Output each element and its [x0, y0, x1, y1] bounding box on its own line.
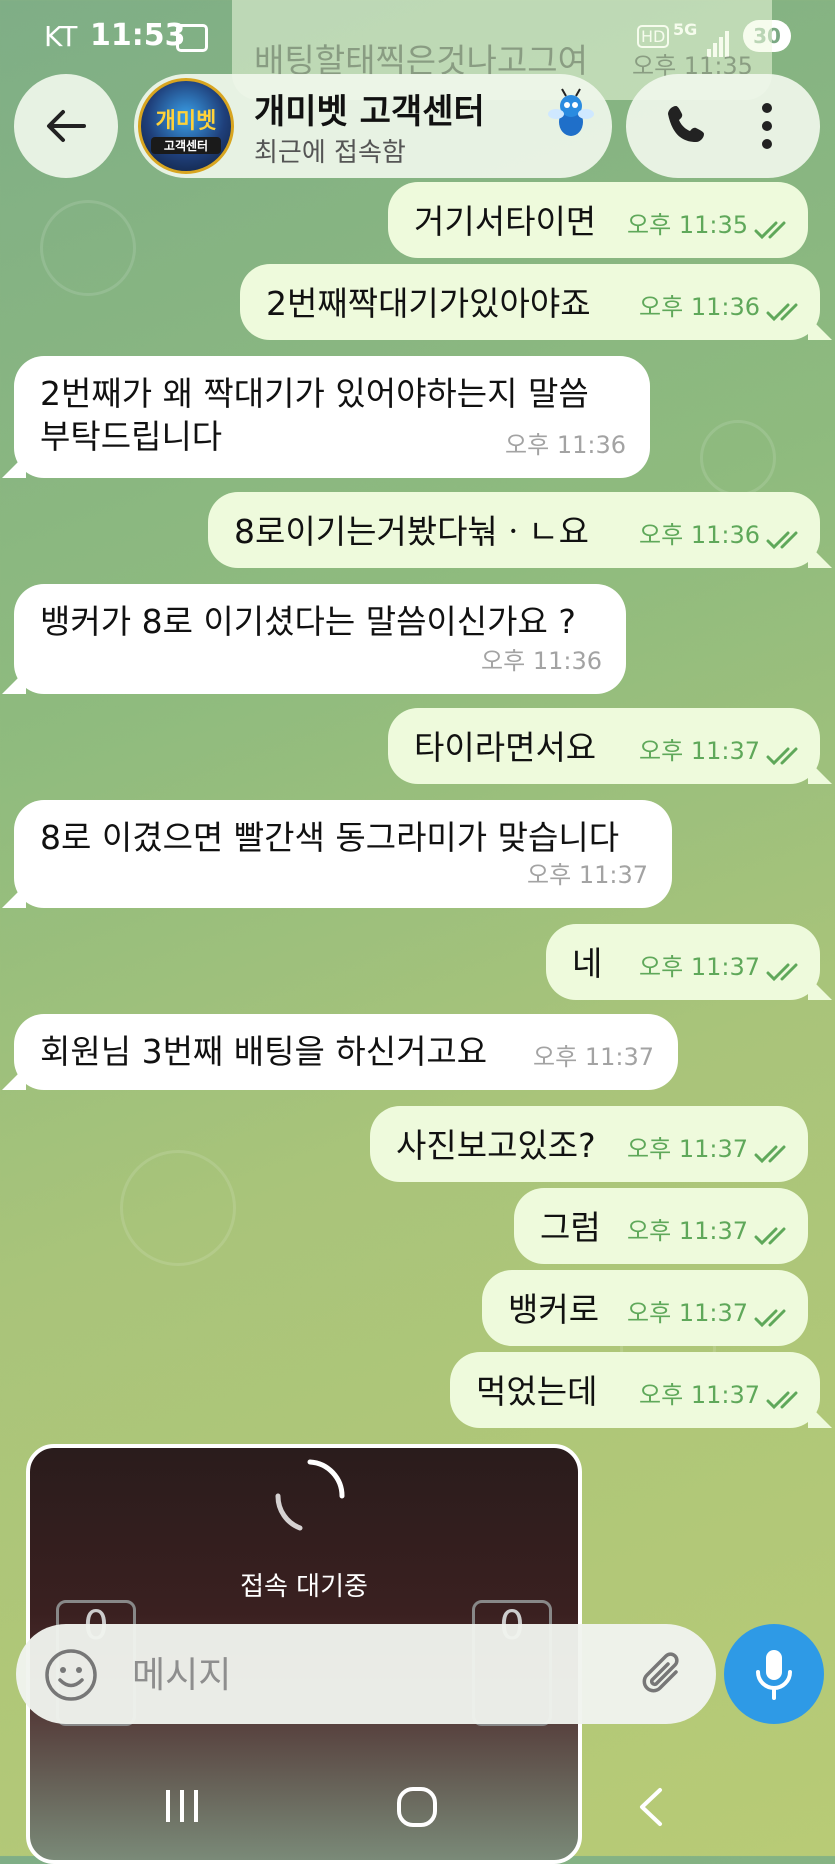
background-doodle [700, 420, 776, 496]
message-input[interactable] [130, 1644, 614, 1706]
message-bubble-outgoing[interactable]: 네 오후 11:37 [546, 924, 832, 1000]
bubble-tail [2, 1066, 26, 1090]
message-composer [16, 1624, 716, 1724]
screen-record-icon [176, 24, 208, 52]
message-bubble-outgoing[interactable]: 그럼 오후 11:37 [514, 1188, 808, 1264]
message-time: 오후 11:36 [639, 293, 760, 321]
message-text: 그럼 [540, 1208, 601, 1247]
loading-text: 접속 대기중 [240, 1572, 368, 1602]
message-bubble-incoming[interactable]: 2번째가 왜 짝대기가 있어야하는지 말씀 부탁드립니다 오후 11:36 [2, 356, 650, 478]
message-bubble-outgoing[interactable]: 타이라면서요 오후 11:37 [388, 708, 832, 784]
background-doodle [120, 1150, 236, 1266]
message-bubble-incoming[interactable]: 뱅커가 8로 이기셨다는 말씀이신가요 ? 오후 11:36 [2, 584, 626, 694]
header-actions [626, 74, 820, 178]
carrier-label: KT [44, 20, 78, 53]
recents-icon[interactable] [162, 1786, 202, 1826]
read-receipt-icon [766, 303, 798, 322]
chat-screen: { "status_bar": { "carrier": "KT", "time… [0, 0, 835, 1864]
bubble-tail [808, 1404, 832, 1428]
last-seen-status: 최근에 접속함 [254, 138, 406, 168]
bubble-tail [808, 976, 832, 1000]
chat-header[interactable]: 개미벳 고객센터 개미벳 고객센터 최근에 접속함 [134, 74, 612, 178]
message-time: 오후 11:37 [627, 1217, 748, 1245]
clock: 11:53 [90, 18, 186, 53]
message-bubble-outgoing[interactable]: 2번째짝대기가있아야죠 오후 11:36 [240, 264, 832, 340]
message-text: 사진보고있조? [396, 1126, 596, 1165]
bubble-tail [808, 544, 832, 568]
read-receipt-icon [766, 531, 798, 550]
message-time: 오후 11:37 [627, 1299, 748, 1327]
message-time: 오후 11:37 [527, 861, 648, 889]
more-vertical-icon[interactable] [752, 100, 782, 152]
message-text: 8로이기는거봤다눢ㆍㄴ요 [234, 512, 589, 551]
message-time: 오후 11:36 [481, 647, 602, 675]
message-time: 오후 11:37 [639, 953, 760, 981]
avatar[interactable]: 개미벳 고객센터 [138, 78, 234, 174]
read-receipt-icon [754, 221, 786, 240]
arrow-left-icon [47, 110, 86, 142]
phone-icon[interactable] [662, 100, 714, 152]
background-doodle [40, 200, 136, 296]
back-chevron-icon[interactable] [636, 1786, 666, 1828]
message-bubble-outgoing[interactable]: 뱅커로 오후 11:37 [482, 1270, 808, 1346]
read-receipt-icon [754, 1227, 786, 1246]
read-receipt-icon [754, 1309, 786, 1328]
message-text: 회원님 3번째 배팅을 하신거고요 [40, 1032, 488, 1071]
microphone-icon [756, 1650, 792, 1700]
message-time: 오후 11:36 [639, 521, 760, 549]
message-bubble-outgoing[interactable]: 먹었는데 오후 11:37 [450, 1352, 832, 1428]
read-receipt-icon [766, 747, 798, 766]
message-text: 뱅커가 8로 이기셨다는 말씀이신가요 ? [40, 602, 576, 641]
message-bubble-outgoing[interactable]: 8로이기는거봤다눢ㆍㄴ요 오후 11:36 [208, 492, 832, 568]
message-bubble-incoming[interactable]: 회원님 3번째 배팅을 하신거고요 오후 11:37 [2, 1014, 678, 1090]
bubble-tail [2, 670, 26, 694]
message-time: 오후 11:37 [627, 1135, 748, 1163]
message-text: 타이라면서요 [414, 728, 597, 767]
message-bubble-incoming[interactable]: 8로 이겼으면 빨간색 동그라미가 맞습니다 오후 11:37 [2, 800, 672, 908]
message-time: 오후 11:37 [639, 1381, 760, 1409]
message-text: 8로 이겼으면 빨간색 동그라미가 맞습니다 [40, 818, 620, 857]
message-time: 오후 11:37 [639, 737, 760, 765]
bubble-tail [808, 316, 832, 340]
message-text: 네 [572, 944, 603, 983]
read-receipt-icon [766, 963, 798, 982]
back-button[interactable] [14, 74, 118, 178]
read-receipt-icon [754, 1145, 786, 1164]
read-receipt-icon [766, 1391, 798, 1410]
bee-mascot-icon [548, 88, 594, 136]
message-text: 2번째짝대기가있아야죠 [266, 284, 591, 323]
paperclip-icon[interactable] [636, 1648, 690, 1702]
chat-title: 개미벳 고객센터 [254, 92, 485, 132]
message-text: 거기서타이면 [414, 202, 597, 241]
system-navigation-bar [0, 1760, 835, 1856]
message-time: 오후 11:35 [627, 211, 748, 239]
message-time: 오후 11:36 [505, 431, 626, 459]
loading-spinner-icon [275, 1459, 345, 1531]
message-text: 먹었는데 [476, 1372, 598, 1411]
bubble-tail [2, 454, 26, 478]
message-bubble-outgoing[interactable]: 사진보고있조? 오후 11:37 [370, 1106, 808, 1182]
bubble-tail [2, 884, 26, 908]
home-icon[interactable] [396, 1786, 438, 1828]
message-bubble-outgoing[interactable]: 거기서타이면 오후 11:35 [388, 182, 808, 258]
voice-message-button[interactable] [724, 1624, 824, 1724]
emoji-icon[interactable] [44, 1648, 98, 1702]
bubble-tail [808, 760, 832, 784]
avatar-subtitle: 고객센터 [151, 137, 221, 154]
message-time: 오후 11:37 [533, 1043, 654, 1071]
message-text: 뱅커로 [508, 1290, 600, 1329]
avatar-title: 개미벳 [155, 109, 217, 134]
